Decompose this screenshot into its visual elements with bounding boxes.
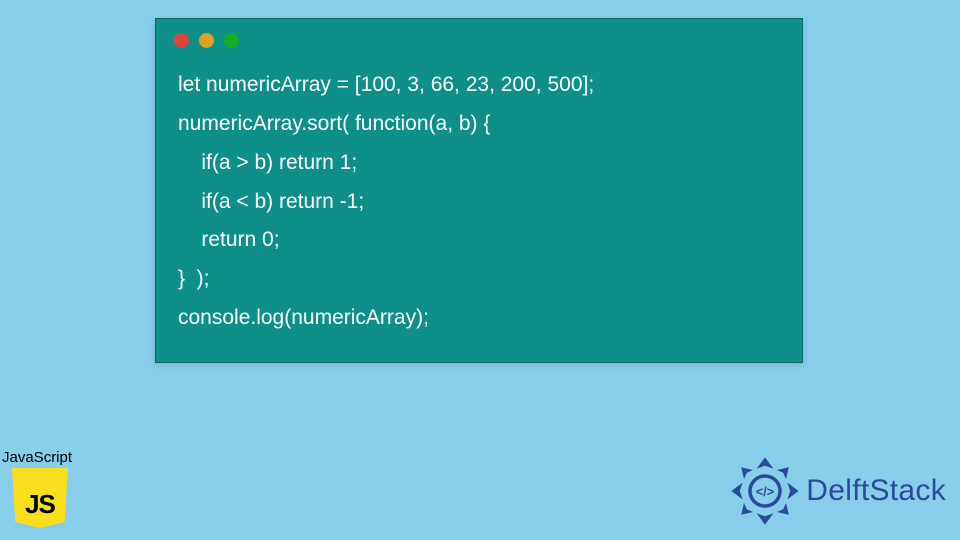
code-line: return 0;	[178, 228, 280, 251]
code-line: numericArray.sort( function(a, b) {	[178, 112, 490, 135]
javascript-logo-text: JS	[12, 489, 68, 520]
delftstack-badge: </> DelftStack	[730, 456, 946, 526]
maximize-icon	[224, 33, 239, 48]
close-icon	[174, 33, 189, 48]
javascript-label: JavaScript	[2, 449, 72, 466]
javascript-logo-icon: JS	[12, 468, 68, 528]
code-window: let numericArray = [100, 3, 66, 23, 200,…	[155, 18, 803, 363]
code-line: if(a > b) return 1;	[178, 151, 357, 174]
code-line: let numericArray = [100, 3, 66, 23, 200,…	[178, 73, 594, 96]
code-line: console.log(numericArray);	[178, 306, 429, 329]
window-titlebar	[156, 19, 802, 56]
code-line: if(a < b) return -1;	[178, 190, 364, 213]
minimize-icon	[199, 33, 214, 48]
javascript-badge: JavaScript JS	[2, 449, 72, 528]
svg-text:</>: </>	[756, 485, 774, 499]
code-body: let numericArray = [100, 3, 66, 23, 200,…	[156, 56, 802, 344]
delftstack-logo-icon: </>	[730, 456, 800, 526]
code-line: } );	[178, 267, 210, 290]
delftstack-text: DelftStack	[806, 474, 946, 508]
